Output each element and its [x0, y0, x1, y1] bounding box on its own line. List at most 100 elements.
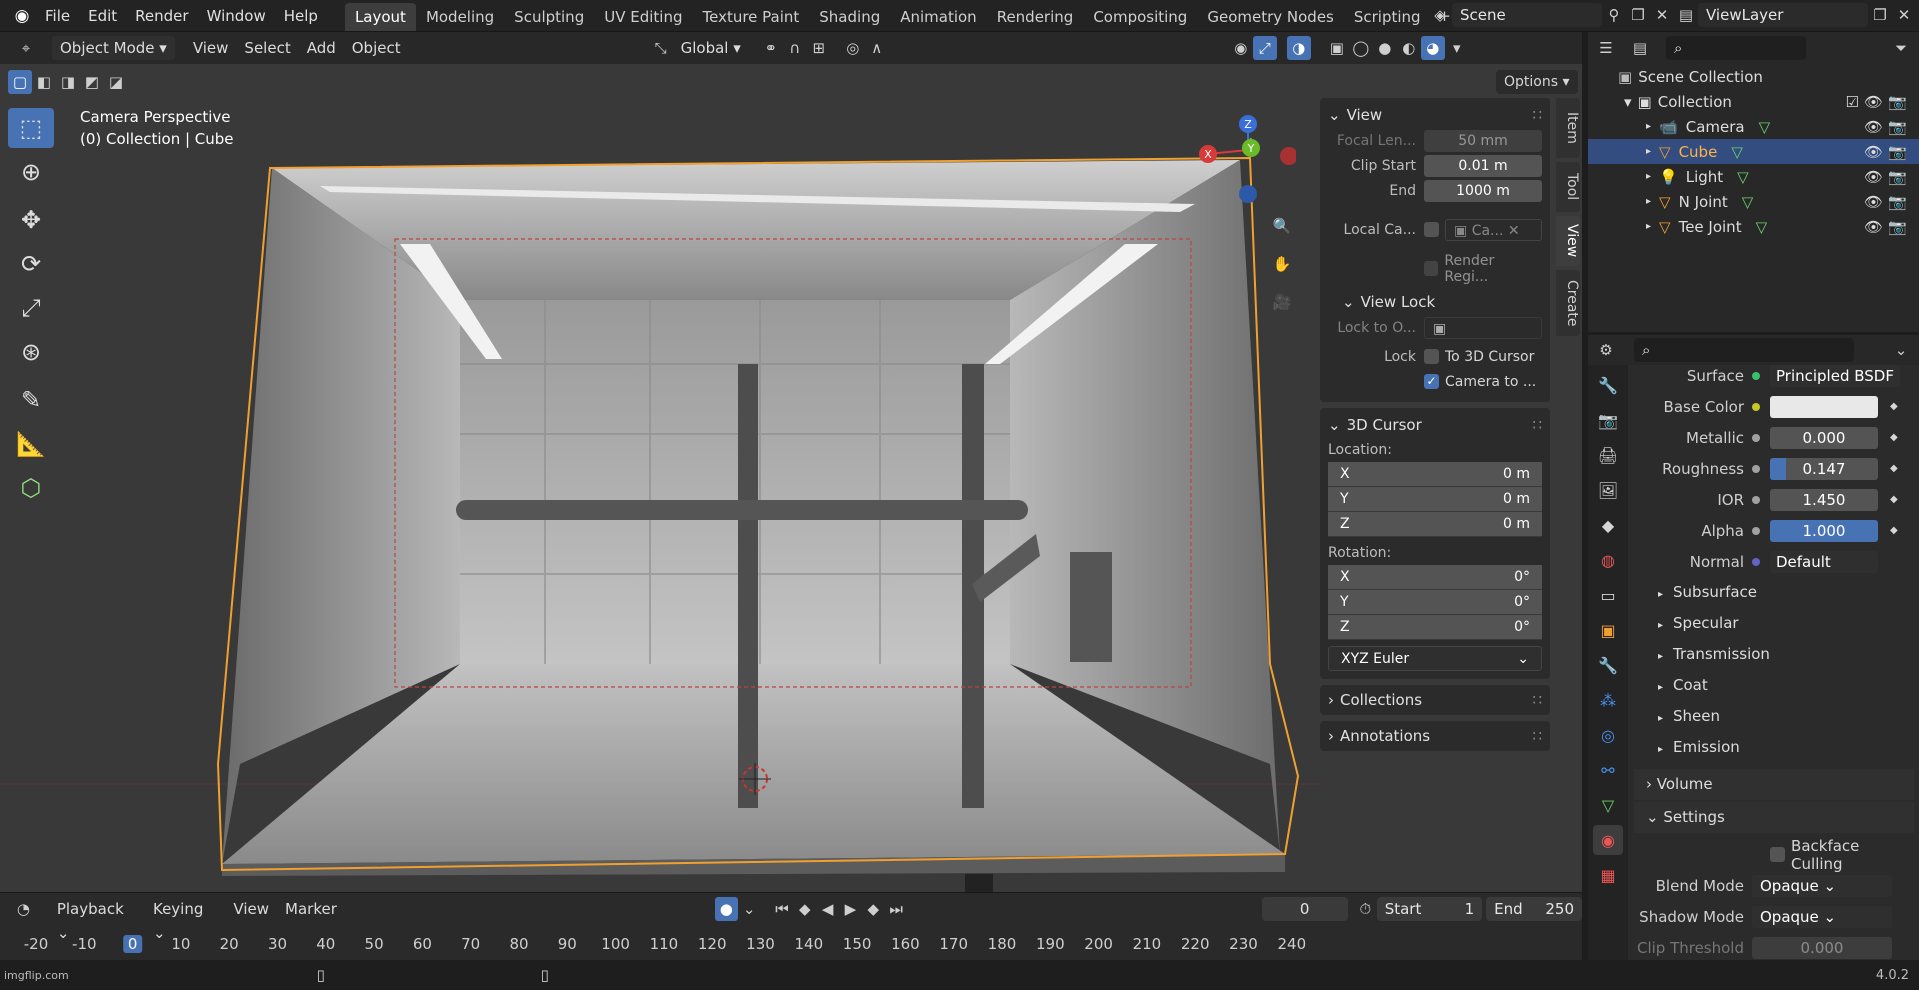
- shading-options-icon[interactable]: ▾: [1445, 36, 1469, 60]
- visibility-eye-icon[interactable]: 👁: [1864, 218, 1883, 236]
- transform-orientation-dropdown[interactable]: Global ▾: [673, 36, 749, 60]
- add-cube-tool-icon[interactable]: ⬡: [8, 468, 54, 508]
- section-specular[interactable]: ▸ Specular: [1634, 608, 1914, 639]
- snap-icon[interactable]: ∩: [783, 36, 807, 60]
- view-layer-tab-icon[interactable]: 🖼: [1593, 475, 1623, 505]
- viewlayer-icon[interactable]: ▤: [1674, 3, 1698, 27]
- select-box-tool-icon[interactable]: ⬚: [8, 108, 54, 148]
- move-tool-icon[interactable]: ✥: [8, 200, 54, 240]
- scale-tool-icon[interactable]: ⤢: [8, 288, 54, 328]
- outliner-item-light[interactable]: ▸ 💡 Light ▽ 👁 📷: [1588, 164, 1919, 189]
- tab-tool[interactable]: Tool: [1556, 162, 1580, 212]
- clip-start-field[interactable]: 0.01 m: [1424, 154, 1542, 177]
- cursor-location-x[interactable]: X0 m: [1328, 462, 1542, 487]
- proportional-edit-icon[interactable]: ◎: [841, 36, 865, 60]
- scene-tab-icon[interactable]: ◆: [1593, 510, 1623, 540]
- view-menu[interactable]: View: [185, 36, 237, 60]
- tab-uv-editing[interactable]: UV Editing: [594, 3, 692, 31]
- tab-create[interactable]: Create: [1556, 270, 1580, 336]
- cursor-tool-icon[interactable]: ⊕: [8, 152, 54, 192]
- rotate-tool-icon[interactable]: ⟳: [8, 244, 54, 284]
- particles-tab-icon[interactable]: ⁂: [1593, 685, 1623, 715]
- section-sheen[interactable]: ▸ Sheen: [1634, 701, 1914, 732]
- data-tab-icon[interactable]: ▽: [1593, 790, 1623, 820]
- render-region-checkbox[interactable]: [1423, 261, 1439, 276]
- outliner-item-cube[interactable]: ▸ ▽ Cube ▽ 👁 📷: [1588, 139, 1919, 164]
- scene-collection-row[interactable]: ▣ Scene Collection: [1588, 64, 1919, 89]
- object-mode-dropdown[interactable]: Object Mode ▾: [52, 36, 175, 60]
- tab-geometry-nodes[interactable]: Geometry Nodes: [1197, 3, 1344, 31]
- object-data-icon[interactable]: ▽: [1737, 168, 1749, 186]
- editor-type-icon[interactable]: ⌖: [14, 36, 38, 60]
- menu-help[interactable]: Help: [275, 0, 327, 32]
- tab-texture-paint[interactable]: Texture Paint: [692, 3, 809, 31]
- select-menu[interactable]: Select: [236, 36, 298, 60]
- outliner-item-tee-joint[interactable]: ▸ ▽ Tee Joint ▽ 👁 📷: [1588, 214, 1919, 239]
- tab-rendering[interactable]: Rendering: [987, 3, 1084, 31]
- camera-to-view-checkbox[interactable]: ✓: [1424, 374, 1439, 389]
- clip-end-field[interactable]: 1000 m: [1424, 179, 1542, 202]
- section-transmission[interactable]: ▸ Transmission: [1634, 639, 1914, 670]
- lock-to-cursor-checkbox[interactable]: [1424, 349, 1439, 364]
- properties-editor-icon[interactable]: ⚙: [1594, 338, 1618, 362]
- visibility-eye-icon[interactable]: 👁: [1864, 118, 1883, 136]
- object-menu[interactable]: Object: [344, 36, 409, 60]
- normal-field[interactable]: Default: [1770, 550, 1878, 573]
- alpha-slider[interactable]: 1.000: [1770, 519, 1878, 542]
- material-tab-icon[interactable]: ◉: [1593, 825, 1623, 855]
- tab-shading[interactable]: Shading: [809, 3, 890, 31]
- object-data-icon[interactable]: ▽: [1731, 143, 1743, 161]
- render-camera-icon[interactable]: 📷: [1888, 193, 1907, 211]
- cursor-rotation-x[interactable]: X 0°: [1328, 565, 1542, 590]
- visibility-eye-icon[interactable]: 👁: [1864, 168, 1883, 186]
- local-camera-checkbox[interactable]: [1424, 222, 1439, 237]
- texture-tab-icon[interactable]: ▦: [1593, 860, 1623, 890]
- tab-view[interactable]: View: [1556, 216, 1580, 266]
- render-camera-icon[interactable]: 📷: [1888, 143, 1907, 161]
- render-camera-icon[interactable]: 📷: [1888, 218, 1907, 236]
- camera-view-icon[interactable]: 🎥: [1270, 290, 1294, 314]
- volume-section[interactable]: › Volume: [1634, 769, 1914, 800]
- ior-field[interactable]: 1.450: [1770, 488, 1878, 511]
- menu-render[interactable]: Render: [126, 0, 197, 32]
- render-tab-icon[interactable]: 📷: [1593, 405, 1623, 435]
- tab-modeling[interactable]: Modeling: [416, 3, 504, 31]
- lock-object-field[interactable]: ▣: [1424, 316, 1542, 339]
- timeline-ruler[interactable]: -20 -10 0 10 20 30 40 50 60 70 80 90 100 110 120 130 140…: [0, 893, 1582, 961]
- collection-checkbox-icon[interactable]: ☑: [1846, 93, 1859, 111]
- modifier-tab-icon[interactable]: 🔧: [1593, 650, 1623, 680]
- tab-compositing[interactable]: Compositing: [1083, 3, 1197, 31]
- focal-length-field[interactable]: 50 mm: [1424, 129, 1542, 152]
- new-viewlayer-icon[interactable]: ❐: [1868, 3, 1892, 27]
- solid-shading-icon[interactable]: ●: [1373, 36, 1397, 60]
- pin-icon[interactable]: ⚲: [1602, 3, 1626, 27]
- add-menu[interactable]: Add: [299, 36, 344, 60]
- cursor-location-z[interactable]: Z0 m: [1328, 512, 1542, 537]
- viewlayer-field[interactable]: ViewLayer: [1698, 3, 1868, 27]
- outliner-item-camera[interactable]: ▸ 📹 Camera ▽ 👁 📷: [1588, 114, 1919, 139]
- backface-culling-checkbox[interactable]: [1770, 847, 1786, 862]
- constraints-tab-icon[interactable]: ⚯: [1593, 755, 1623, 785]
- measure-tool-icon[interactable]: 📐: [8, 424, 54, 464]
- cursor-rotation-y[interactable]: Y 0°: [1328, 590, 1542, 615]
- annotations-panel[interactable]: › Annotations ∷: [1320, 721, 1550, 751]
- overlays-toggle-icon[interactable]: ◑: [1286, 36, 1311, 60]
- rotation-mode-dropdown[interactable]: XYZ Euler ⌄: [1328, 646, 1542, 671]
- object-tab-icon[interactable]: ▣: [1593, 615, 1623, 645]
- transform-tool-icon[interactable]: ⊛: [8, 332, 54, 372]
- base-color-swatch[interactable]: [1770, 395, 1878, 418]
- 3d-cursor-header[interactable]: ⌄ 3D Cursor ∷: [1328, 412, 1542, 438]
- zoom-icon[interactable]: 🔍: [1270, 214, 1294, 238]
- pivot-icon[interactable]: ⚭: [759, 36, 783, 60]
- visibility-eye-icon[interactable]: 👁: [1864, 143, 1883, 161]
- menu-edit[interactable]: Edit: [79, 0, 126, 32]
- view-lock-header[interactable]: ⌄ View Lock: [1328, 289, 1542, 315]
- delete-viewlayer-icon[interactable]: ✕: [1892, 3, 1916, 27]
- select-invert-icon[interactable]: ◩: [80, 70, 104, 94]
- outliner-item-n-joint[interactable]: ▸ ▽ N Joint ▽ 👁 📷: [1588, 189, 1919, 214]
- menu-file[interactable]: File: [36, 0, 79, 32]
- section-emission[interactable]: ▸ Emission: [1634, 732, 1914, 763]
- surface-shader-field[interactable]: Principled BSDF: [1770, 364, 1900, 387]
- blend-mode-dropdown[interactable]: Opaque ⌄: [1752, 874, 1892, 897]
- outliner-search-input[interactable]: ⌕: [1666, 36, 1806, 60]
